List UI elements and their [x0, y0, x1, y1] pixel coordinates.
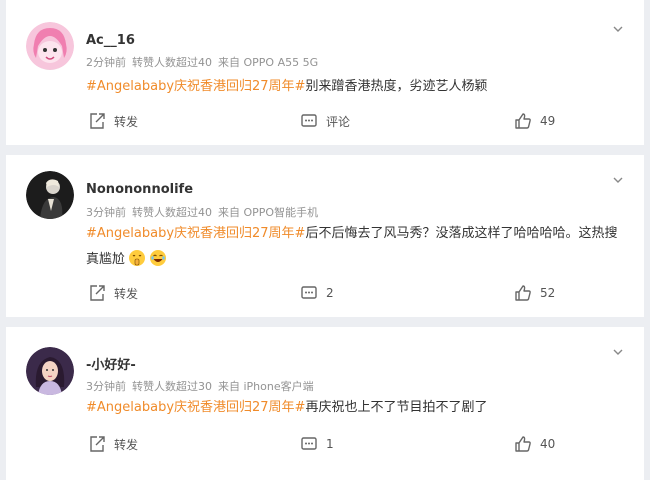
timestamp: 2分钟前 — [86, 56, 126, 69]
like-button[interactable]: 49 — [514, 110, 555, 132]
like-count: 40 — [540, 437, 556, 451]
comment-body: 别来蹭香港热度，劣迹艺人杨颖 — [305, 79, 488, 94]
action-bar: 转发 2 52 — [6, 282, 644, 304]
share-label: 转发 — [114, 437, 139, 452]
source-device: 来自 OPPO A55 5G — [218, 56, 319, 69]
source-device: 来自 iPhone客户端 — [218, 380, 314, 393]
comment-card: -小好好- 3分钟前 转赞人数超过30 来自 iPhone客户端 #Angelaba… — [6, 327, 644, 480]
avatar[interactable] — [26, 22, 74, 70]
comment-meta: 2分钟前 转赞人数超过40 来自 OPPO A55 5G — [86, 54, 324, 70]
comment-button[interactable]: 2 — [300, 282, 334, 304]
share-label: 转发 — [114, 286, 139, 301]
source-device: 来自 OPPO智能手机 — [218, 206, 319, 219]
username[interactable]: Nonononnolife — [86, 182, 193, 197]
comment-count: 1 — [326, 437, 334, 451]
share-icon — [88, 435, 106, 453]
chevron-down-icon[interactable] — [612, 343, 624, 355]
comment-text: #Angelababy庆祝香港回归27周年#再庆祝也上不了节目拍不了剧了 — [86, 395, 626, 421]
like-count: 52 — [540, 286, 556, 300]
comment-card: Ac__16 2分钟前 转赞人数超过40 来自 OPPO A55 5G #Angel… — [6, 0, 644, 145]
comment-meta: 3分钟前 转赞人数超过40 来自 OPPO智能手机 — [86, 204, 324, 220]
comment-text: #Angelababy庆祝香港回归27周年#别来蹭香港热度，劣迹艺人杨颖 — [86, 74, 626, 100]
chevron-down-icon[interactable] — [612, 171, 624, 183]
share-icon — [88, 112, 106, 130]
username[interactable]: -小好好- — [86, 354, 136, 373]
comment-label: 评论 — [326, 114, 351, 129]
share-button[interactable]: 转发 — [88, 110, 138, 132]
comment-text: #Angelababy庆祝香港回归27周年#后不后悔去了风马秀？没落成这样了哈哈… — [86, 221, 626, 273]
timestamp: 3分钟前 — [86, 206, 126, 219]
share-icon — [88, 284, 106, 302]
action-bar: 转发 评论 49 — [6, 110, 644, 132]
avatar[interactable] — [26, 347, 74, 395]
hashtag-link[interactable]: #Angelababy庆祝香港回归27周年# — [86, 79, 305, 94]
comment-icon — [300, 435, 318, 453]
like-button[interactable]: 40 — [514, 433, 555, 455]
comment-icon — [300, 112, 318, 130]
repost-count: 转赞人数超过40 — [132, 56, 212, 69]
comment-button[interactable]: 评论 — [300, 110, 350, 132]
comment-meta: 3分钟前 转赞人数超过30 来自 iPhone客户端 — [86, 378, 320, 394]
thumbs-up-icon — [514, 284, 532, 302]
hashtag-link[interactable]: #Angelababy庆祝香港回归27周年# — [86, 226, 305, 241]
comment-body: 再庆祝也上不了节目拍不了剧了 — [305, 400, 488, 415]
repost-count: 转赞人数超过40 — [132, 206, 212, 219]
shush-emoji-icon — [128, 249, 146, 267]
timestamp: 3分钟前 — [86, 380, 126, 393]
comment-feed: Ac__16 2分钟前 转赞人数超过40 来自 OPPO A55 5G #Angel… — [0, 0, 650, 480]
comment-card: Nonononnolife 3分钟前 转赞人数超过40 来自 OPPO智能手机 #A… — [6, 155, 644, 317]
avatar[interactable] — [26, 171, 74, 219]
repost-count: 转赞人数超过30 — [132, 380, 212, 393]
thumbs-up-icon — [514, 435, 532, 453]
comment-icon — [300, 284, 318, 302]
chevron-down-icon[interactable] — [612, 20, 624, 32]
share-button[interactable]: 转发 — [88, 282, 138, 304]
hashtag-link[interactable]: #Angelababy庆祝香港回归27周年# — [86, 400, 305, 415]
share-button[interactable]: 转发 — [88, 433, 138, 455]
share-label: 转发 — [114, 114, 139, 129]
action-bar: 转发 1 40 — [6, 433, 644, 455]
like-button[interactable]: 52 — [514, 282, 555, 304]
thumbs-up-icon — [514, 112, 532, 130]
comment-button[interactable]: 1 — [300, 433, 334, 455]
username[interactable]: Ac__16 — [86, 33, 135, 48]
like-count: 49 — [540, 114, 556, 128]
comment-count: 2 — [326, 286, 334, 300]
laughing-emoji-icon — [149, 249, 167, 267]
